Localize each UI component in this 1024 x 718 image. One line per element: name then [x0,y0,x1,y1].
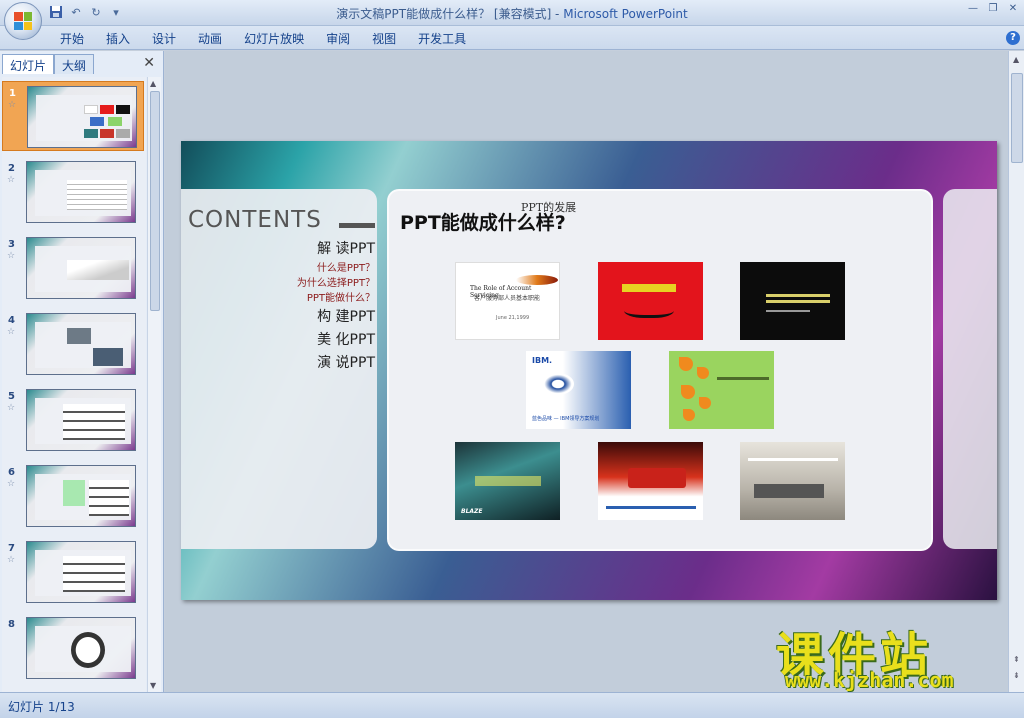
close-pane-icon[interactable]: ✕ [143,55,155,71]
minimize-icon[interactable]: — [966,2,980,16]
slide-number: 3 [8,239,15,250]
slide-counter: 幻灯片 1/13 [8,700,75,714]
slide-preview [26,465,136,527]
slide-number: 7 [8,543,15,554]
slide-thumbnail[interactable]: 4 ☆ [2,309,144,379]
slide-preview [26,237,136,299]
example-slide-green [669,351,774,429]
toc-item: 演 说PPT [317,355,375,371]
scroll-down-icon[interactable]: ▼ [150,681,156,690]
example-slide-red [598,262,703,340]
ribbon-tabs: 开始 插入 设计 动画 幻灯片放映 审阅 视图 开发工具 [60,30,488,47]
restore-icon[interactable]: ❐ [986,2,1000,16]
example-slide-bus [598,442,703,520]
toc-subitem: PPT能做什么？ [306,293,375,304]
slide-thumbnail[interactable]: 7 ☆ [2,537,144,607]
slide-thumbnail[interactable]: 6 ☆ [2,461,144,531]
tab-design[interactable]: 设计 [152,30,188,47]
animation-star-icon: ☆ [7,479,16,489]
app-name: Microsoft PowerPoint [563,7,688,21]
close-icon[interactable]: ✕ [1006,2,1020,16]
blaze-caption: BLAZE [461,508,483,515]
pane-tabs: 幻灯片 大纲 [2,54,95,74]
slide-number: 5 [8,391,15,402]
slide-heading: PPT能做成什么样? [400,212,566,234]
slides-pane: 幻灯片 大纲 ✕ 1 ☆ 2 ☆ 3 ☆ 4 ☆ 5 ☆ 6 ☆ 7 ☆ 8 ▲… [0,51,164,692]
office-button[interactable] [4,2,42,40]
animation-star-icon: ☆ [8,100,17,110]
slide-preview [26,313,136,375]
example-slide-black [740,262,845,340]
ribbon: 开始 插入 设计 动画 幻灯片放映 审阅 视图 开发工具 ? [0,26,1024,50]
animation-star-icon: ☆ [7,555,16,565]
toc-subitem: 什么是PPT？ [316,263,375,274]
account-date: June 21,1999 [496,315,530,321]
slide-thumbnail[interactable]: 2 ☆ [2,157,144,227]
scroll-up-icon[interactable]: ▲ [150,79,156,88]
slide-thumbnail[interactable]: 8 [2,613,144,683]
slide-canvas[interactable]: CONTENTS 解 读PPT 什么是PPT？ 为什么选择PPT？ PPT能做什… [181,141,997,600]
tab-insert[interactable]: 插入 [106,30,142,47]
thumbnail-scrollbar[interactable]: ▲ ▼ [147,77,161,692]
tab-home[interactable]: 开始 [60,30,96,47]
slide-thumbnail[interactable]: 3 ☆ [2,233,144,303]
scroll-thumb[interactable] [150,91,160,311]
prev-slide-icon[interactable]: ⇞ [1013,655,1020,664]
animation-star-icon: ☆ [7,251,16,261]
slide-preview [26,617,136,679]
toc-subitem: 为什么选择PPT？ [296,278,375,289]
scroll-thumb[interactable] [1011,73,1023,163]
tab-animation[interactable]: 动画 [198,30,234,47]
document-title: 演示文稿PPT能做成什么样？ [兼容模式] - [336,7,564,21]
slide-number: 4 [8,315,15,326]
slide-number: 1 [9,88,16,99]
editor-scrollbar[interactable]: ▲ ⇞ ⇟ [1008,51,1024,692]
next-slide-icon[interactable]: ⇟ [1013,671,1020,680]
slide-number: 6 [8,467,15,478]
animation-star-icon: ☆ [7,327,16,337]
ibm-logo: IBM. [532,356,553,365]
slide-preview [27,86,137,148]
side-panel [943,189,997,549]
help-icon[interactable]: ? [1006,31,1020,45]
animation-star-icon: ☆ [7,175,16,185]
status-bar: 幻灯片 1/13 [0,692,1024,718]
slide-preview [26,389,136,451]
example-slide-ibm: IBM. 蓝色品味 — IBM领导方案规划 [526,351,631,429]
contents-bar [339,223,375,228]
slide-thumbnail[interactable]: 1 ☆ [2,81,144,151]
account-subtitle: 客户服务部人员基本职能 [474,295,541,302]
title-bar: ↶ ↻ ▾ 演示文稿PPT能做成什么样？ [兼容模式] - Microsoft … [0,0,1024,26]
tab-review[interactable]: 审阅 [326,30,362,47]
tab-view[interactable]: 视图 [372,30,408,47]
toc-item: 构 建PPT [317,309,375,325]
scroll-up-icon[interactable]: ▲ [1013,55,1019,64]
slide-number: 2 [8,163,15,174]
tab-slides[interactable]: 幻灯片 [2,54,55,74]
tab-developer[interactable]: 开发工具 [418,30,478,47]
toc-item: 美 化PPT [317,332,375,348]
example-slide-office [740,442,845,520]
contents-title: CONTENTS [188,207,322,233]
example-slide-teal: BLAZE [455,442,560,520]
office-logo-icon [14,12,32,30]
watermark-url: www.kjzhan.com [785,668,954,692]
tab-outline[interactable]: 大纲 [54,54,95,74]
slide-number: 8 [8,619,15,630]
animation-star-icon: ☆ [7,403,16,413]
window-controls: — ❐ ✕ [966,2,1020,16]
tab-slideshow[interactable]: 幻灯片放映 [244,30,316,47]
ibm-caption: 蓝色品味 — IBM领导方案规划 [532,416,600,422]
window-title: 演示文稿PPT能做成什么样？ [兼容模式] - Microsoft PowerP… [0,5,1024,22]
toc-item: 解 读PPT [317,241,375,257]
slide-thumbnail-list: 1 ☆ 2 ☆ 3 ☆ 4 ☆ 5 ☆ 6 ☆ 7 ☆ 8 [2,77,146,692]
slide-preview [26,161,136,223]
slide-thumbnail[interactable]: 5 ☆ [2,385,144,455]
example-slide-account: The Role of Account Servicing 客户服务部人员基本职… [455,262,560,340]
slide-preview [26,541,136,603]
